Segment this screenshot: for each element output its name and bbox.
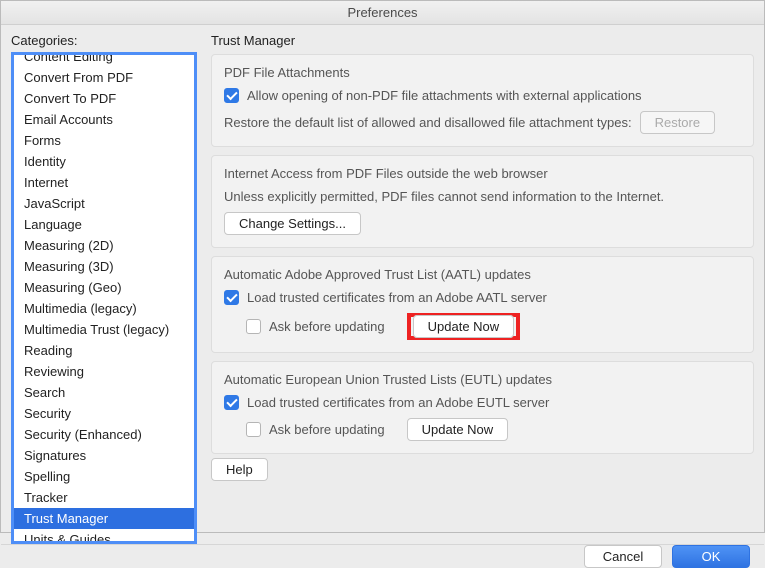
change-settings-button[interactable]: Change Settings... — [224, 212, 361, 235]
allow-open-checkbox[interactable] — [224, 88, 239, 103]
category-item[interactable]: Spelling — [14, 466, 194, 487]
ok-button[interactable]: OK — [672, 545, 750, 568]
content-area: Categories: Content EditingConvert From … — [1, 25, 764, 544]
category-item[interactable]: Reading — [14, 340, 194, 361]
category-item[interactable]: Security (Enhanced) — [14, 424, 194, 445]
eutl-load-checkbox[interactable] — [224, 395, 239, 410]
categories-list[interactable]: Content EditingConvert From PDFConvert T… — [11, 52, 197, 544]
category-item[interactable]: Convert To PDF — [14, 88, 194, 109]
category-item[interactable]: Measuring (3D) — [14, 256, 194, 277]
category-item[interactable]: JavaScript — [14, 193, 194, 214]
aatl-load-checkbox[interactable] — [224, 290, 239, 305]
internet-text: Unless explicitly permitted, PDF files c… — [224, 189, 664, 204]
section-pdf-attachments: PDF File Attachments Allow opening of no… — [211, 54, 754, 147]
cancel-button[interactable]: Cancel — [584, 545, 662, 568]
category-item[interactable]: Security — [14, 403, 194, 424]
dialog-footer: Cancel OK — [1, 544, 764, 568]
category-item[interactable]: Forms — [14, 130, 194, 151]
section-title: Internet Access from PDF Files outside t… — [224, 166, 741, 181]
category-item[interactable]: Trust Manager — [14, 508, 194, 529]
eutl-ask-checkbox[interactable] — [246, 422, 261, 437]
category-item[interactable]: Signatures — [14, 445, 194, 466]
category-item[interactable]: Search — [14, 382, 194, 403]
section-title: Automatic Adobe Approved Trust List (AAT… — [224, 267, 741, 282]
category-item[interactable]: Language — [14, 214, 194, 235]
section-aatl: Automatic Adobe Approved Trust List (AAT… — [211, 256, 754, 353]
category-item[interactable]: Units & Guides — [14, 529, 194, 541]
window-title: Preferences — [1, 1, 764, 25]
categories-label: Categories: — [11, 33, 197, 48]
aatl-ask-label: Ask before updating — [269, 319, 385, 334]
aatl-ask-checkbox[interactable] — [246, 319, 261, 334]
category-item[interactable]: Measuring (Geo) — [14, 277, 194, 298]
preferences-window: Preferences Categories: Content EditingC… — [0, 0, 765, 533]
aatl-update-now-button[interactable]: Update Now — [413, 315, 515, 338]
category-item[interactable]: Identity — [14, 151, 194, 172]
section-internet-access: Internet Access from PDF Files outside t… — [211, 155, 754, 248]
help-button[interactable]: Help — [211, 458, 268, 481]
category-item[interactable]: Measuring (2D) — [14, 235, 194, 256]
highlight-annotation: Update Now — [407, 313, 521, 340]
category-item[interactable]: Internet — [14, 172, 194, 193]
eutl-load-label: Load trusted certificates from an Adobe … — [247, 395, 549, 410]
section-title: Automatic European Union Trusted Lists (… — [224, 372, 741, 387]
category-item[interactable]: Reviewing — [14, 361, 194, 382]
main-panel: Trust Manager PDF File Attachments Allow… — [211, 33, 754, 544]
eutl-update-now-button[interactable]: Update Now — [407, 418, 509, 441]
section-title: PDF File Attachments — [224, 65, 741, 80]
category-item[interactable]: Email Accounts — [14, 109, 194, 130]
sections-container: PDF File Attachments Allow opening of no… — [211, 54, 754, 544]
sidebar: Categories: Content EditingConvert From … — [11, 33, 197, 544]
category-item[interactable]: Multimedia (legacy) — [14, 298, 194, 319]
restore-text: Restore the default list of allowed and … — [224, 115, 632, 130]
restore-button[interactable]: Restore — [640, 111, 716, 134]
category-item[interactable]: Tracker — [14, 487, 194, 508]
panel-title: Trust Manager — [211, 33, 754, 48]
section-eutl: Automatic European Union Trusted Lists (… — [211, 361, 754, 454]
category-item[interactable]: Multimedia Trust (legacy) — [14, 319, 194, 340]
category-item[interactable]: Content Editing — [14, 55, 194, 67]
allow-open-label: Allow opening of non-PDF file attachment… — [247, 88, 642, 103]
eutl-ask-label: Ask before updating — [269, 422, 385, 437]
aatl-load-label: Load trusted certificates from an Adobe … — [247, 290, 547, 305]
category-item[interactable]: Convert From PDF — [14, 67, 194, 88]
